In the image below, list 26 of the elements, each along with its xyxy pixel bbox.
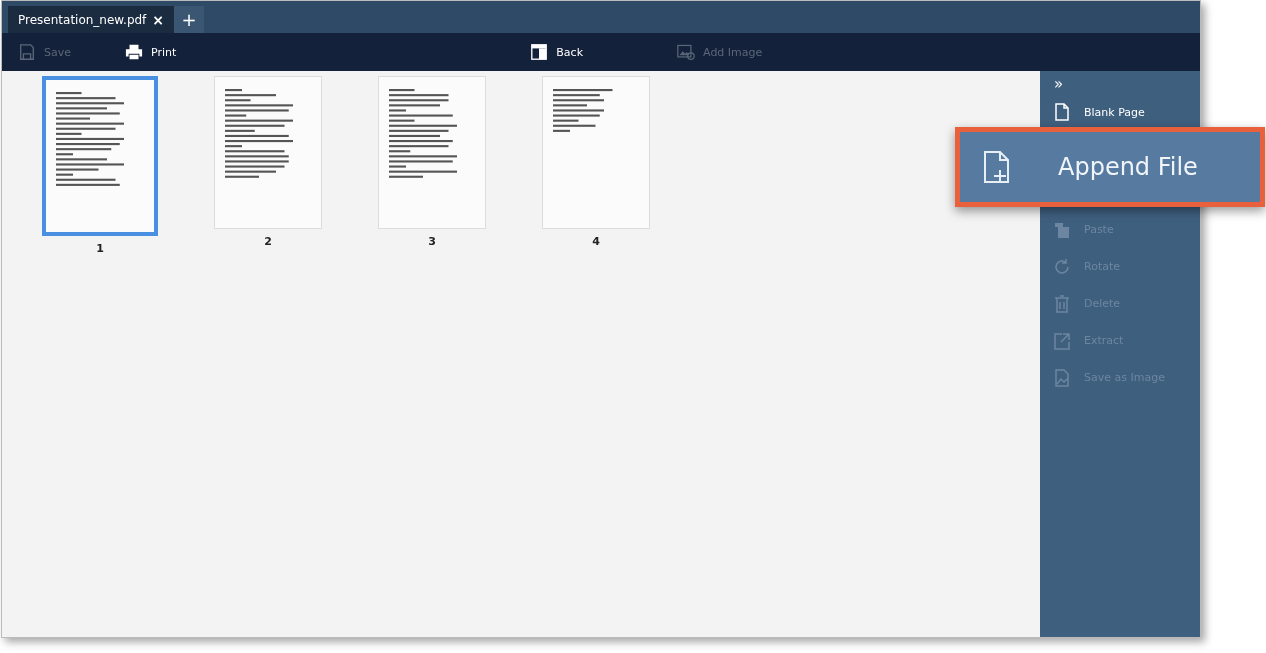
image-icon (1054, 368, 1070, 387)
page-number: 2 (264, 235, 272, 248)
print-icon (125, 43, 143, 61)
image-icon (677, 43, 696, 61)
page-icon (1054, 103, 1070, 121)
collapse-button[interactable]: » (1054, 75, 1064, 93)
trash-icon (1054, 294, 1070, 313)
append-file-menu-item[interactable]: Append File (955, 127, 1265, 207)
add-file-icon (982, 149, 1012, 185)
print-button[interactable]: Print (119, 39, 183, 65)
new-tab-button[interactable]: + (174, 6, 205, 33)
document-tab[interactable]: Presentation_new.pdf × (8, 6, 175, 33)
close-tab-button[interactable]: × (152, 11, 165, 28)
page-thumbnail[interactable] (42, 76, 158, 236)
save-icon (18, 43, 36, 61)
page-number: 4 (592, 235, 600, 248)
page-text-drawing (553, 89, 613, 132)
clipboard-icon (1054, 220, 1070, 239)
page-number: 1 (96, 242, 104, 255)
back-button[interactable]: Back (524, 39, 590, 65)
layout-icon (530, 43, 549, 61)
export-icon (1054, 331, 1070, 350)
blank-page-menu-item[interactable]: Blank Page (1054, 99, 1186, 125)
tab-title: Presentation_new.pdf (18, 12, 147, 27)
rotate-icon (1054, 257, 1070, 276)
page-number: 3 (428, 235, 436, 248)
